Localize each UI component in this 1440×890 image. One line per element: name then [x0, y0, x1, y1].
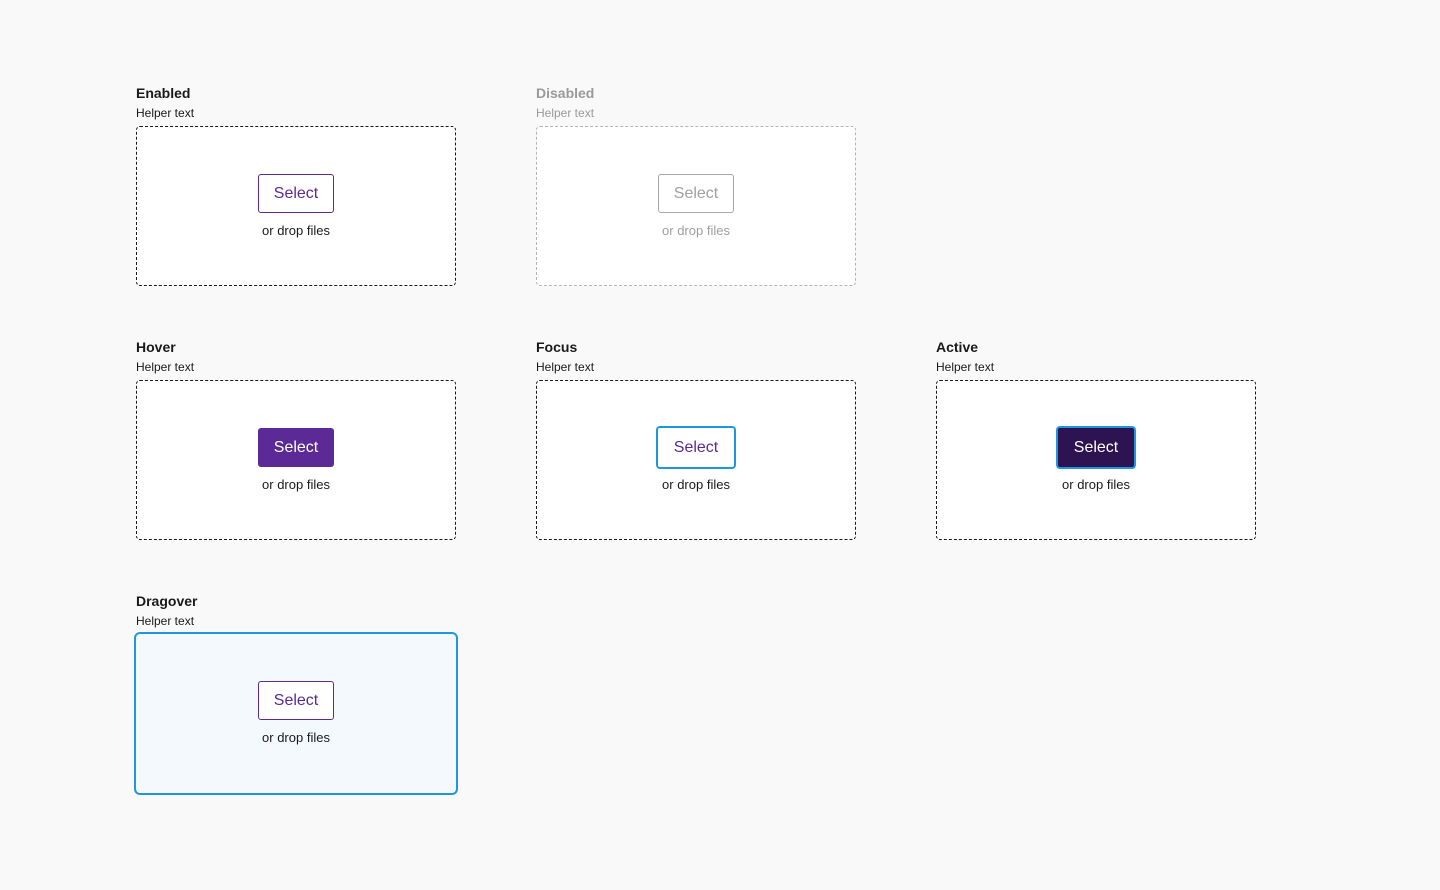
- select-button[interactable]: Select: [258, 681, 334, 720]
- select-button[interactable]: Select: [258, 174, 334, 213]
- drop-zone[interactable]: Select or drop files: [134, 632, 458, 795]
- drop-files-text: or drop files: [662, 477, 730, 492]
- helper-text: Helper text: [936, 360, 995, 374]
- file-uploader-enabled: Enabled Helper text Select or drop files: [136, 84, 456, 286]
- file-uploader-focus: Focus Helper text Select or drop files: [536, 338, 856, 540]
- drop-files-text: or drop files: [1062, 477, 1130, 492]
- drop-zone[interactable]: Select or drop files: [136, 380, 456, 540]
- helper-text: Helper text: [136, 360, 195, 374]
- file-uploader-active: Active Helper text Select or drop files: [936, 338, 1256, 540]
- helper-text: Helper text: [536, 106, 595, 120]
- helper-text: Helper text: [136, 106, 195, 120]
- drop-zone[interactable]: Select or drop files: [536, 380, 856, 540]
- select-button[interactable]: Select: [656, 426, 736, 469]
- drop-zone: Select or drop files: [536, 126, 856, 286]
- field-label: Active: [936, 339, 979, 355]
- drop-files-text: or drop files: [262, 730, 330, 745]
- file-uploader-states-canvas: Enabled Helper text Select or drop files…: [0, 0, 1440, 890]
- field-label: Focus: [536, 339, 578, 355]
- helper-text: Helper text: [536, 360, 595, 374]
- field-label: Hover: [136, 339, 176, 355]
- select-button[interactable]: Select: [1056, 426, 1136, 469]
- select-button: Select: [658, 174, 734, 213]
- drop-zone[interactable]: Select or drop files: [936, 380, 1256, 540]
- file-uploader-hover: Hover Helper text Select or drop files: [136, 338, 456, 540]
- drop-zone[interactable]: Select or drop files: [136, 126, 456, 286]
- field-label: Disabled: [536, 85, 595, 101]
- field-label: Dragover: [136, 593, 198, 609]
- field-label: Enabled: [136, 85, 191, 101]
- file-uploader-dragover: Dragover Helper text Select or drop file…: [134, 592, 458, 795]
- select-button[interactable]: Select: [258, 428, 334, 467]
- drop-files-text: or drop files: [262, 477, 330, 492]
- drop-files-text: or drop files: [262, 223, 330, 238]
- helper-text: Helper text: [136, 614, 195, 628]
- file-uploader-disabled: Disabled Helper text Select or drop file…: [536, 84, 856, 286]
- drop-files-text: or drop files: [662, 223, 730, 238]
